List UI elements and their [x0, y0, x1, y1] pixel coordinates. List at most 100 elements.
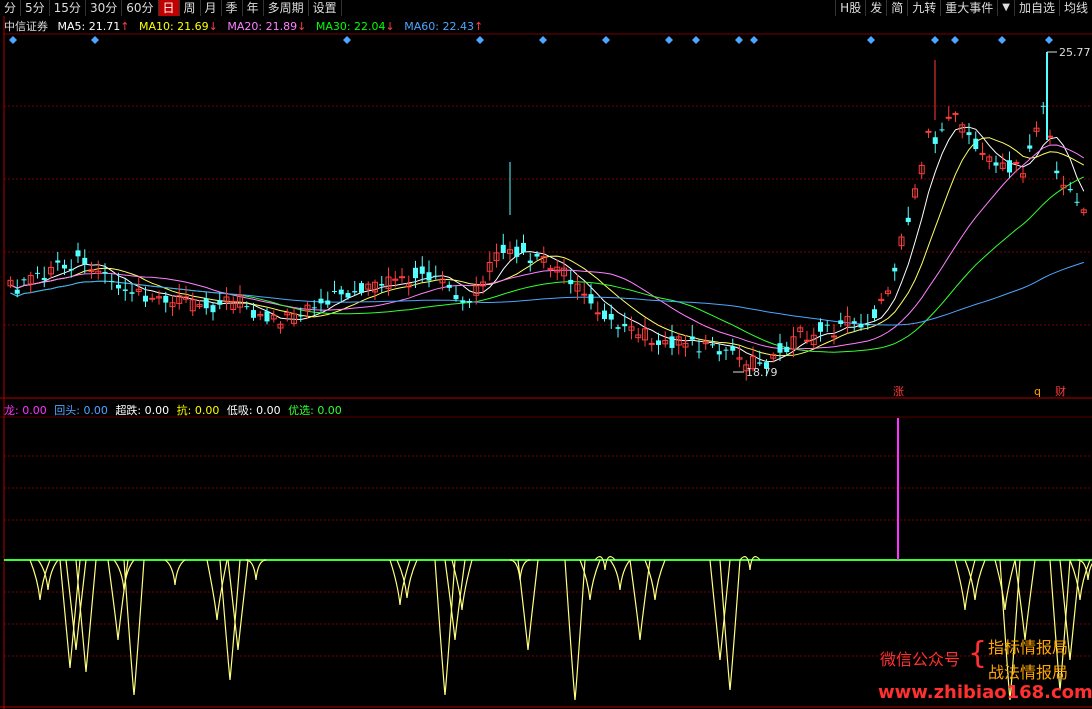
candle [547, 264, 554, 278]
issue-button[interactable]: 发 [865, 0, 886, 16]
avg-line-button[interactable]: 均线 [1058, 0, 1092, 16]
indicator-bar [994, 559, 1016, 611]
candle [129, 284, 135, 302]
candle-body [223, 296, 230, 303]
candle [14, 279, 20, 298]
candle-body [291, 313, 297, 324]
candle [804, 330, 810, 345]
period-tab-year[interactable]: 年 [243, 0, 264, 16]
candle [622, 312, 628, 333]
period-tab-5min[interactable]: 5分 [21, 0, 50, 16]
candle [264, 308, 270, 325]
candle [534, 251, 540, 260]
nine-turn-button[interactable]: 九转 [907, 0, 940, 16]
indicator-bar [29, 559, 51, 601]
h-share-button[interactable]: H股 [835, 0, 865, 16]
period-tab-month[interactable]: 月 [201, 0, 222, 16]
candle [939, 122, 945, 133]
period-tab-60min[interactable]: 60分 [122, 0, 159, 16]
candle-body [777, 343, 783, 353]
candle [311, 300, 317, 316]
signal-diamonds [9, 36, 1053, 44]
indicator-bar [629, 559, 651, 641]
kang-value: 0.00 [194, 404, 220, 417]
candle [986, 154, 993, 170]
candle [736, 345, 743, 368]
chevron-down-icon[interactable]: ▼ [997, 0, 1014, 16]
period-tab-quarter[interactable]: 季 [222, 0, 243, 16]
candle-body [521, 242, 526, 253]
candle-body [514, 246, 520, 257]
major-events-button[interactable]: 重大事件 [940, 0, 997, 16]
candle-body [345, 292, 351, 298]
signal-diamond [867, 36, 875, 44]
candle-body [507, 249, 513, 254]
dixi-label: 低吸: [226, 404, 253, 417]
ma20-value: 21.89 [265, 20, 298, 33]
candle-body [702, 341, 709, 345]
candle-body [298, 315, 304, 317]
candle [878, 292, 885, 305]
indicator-bar [206, 559, 228, 621]
candle-body [1007, 160, 1012, 173]
period-tab-day[interactable]: 日 [158, 0, 180, 16]
candle [405, 275, 412, 296]
ma5-arrow: ↑ [120, 20, 130, 33]
indicator-bar [75, 559, 97, 673]
candle [116, 272, 121, 296]
candle-body [892, 267, 898, 272]
candle-body [75, 250, 81, 257]
brief-button[interactable]: 简 [886, 0, 907, 16]
candle-body [844, 316, 851, 326]
candle-body [318, 298, 324, 304]
candle-body [534, 253, 540, 257]
candle-body [675, 336, 682, 346]
candle [277, 321, 284, 334]
multi-period-button[interactable]: 多周期 [264, 0, 309, 16]
candle [905, 206, 911, 226]
settings-button[interactable]: 设置 [309, 0, 342, 16]
period-tab-tick[interactable]: 分 [0, 0, 22, 16]
candle-body [433, 275, 439, 277]
candle-body [332, 291, 337, 293]
candle-body [912, 188, 918, 198]
candle-body [723, 349, 729, 351]
candle-body [1047, 135, 1053, 138]
period-tab-week[interactable]: 周 [180, 0, 201, 16]
candle-body [311, 307, 317, 309]
candle-body [95, 270, 102, 275]
signal-diamond [91, 36, 99, 44]
candle [217, 292, 223, 310]
candle [669, 324, 675, 356]
ma10-label: MA10: [138, 20, 174, 33]
candle [223, 287, 230, 311]
kline-chart[interactable]: 25.77 18.79 涨 q 财 [0, 0, 1092, 709]
candle-body [615, 327, 621, 329]
candle [656, 332, 661, 355]
candle-body [1080, 209, 1087, 214]
candle [581, 282, 588, 305]
candle-body [109, 280, 115, 282]
candle-body [467, 301, 472, 303]
candle [540, 246, 547, 269]
period-tab-15min[interactable]: 15分 [50, 0, 86, 16]
add-watchlist-button[interactable]: 加自选 [1013, 0, 1059, 16]
candle [237, 285, 243, 314]
candle [966, 123, 972, 145]
candle [925, 128, 932, 139]
candle-body [804, 339, 810, 342]
candle [635, 327, 642, 343]
candle [75, 242, 81, 264]
candle [568, 270, 574, 294]
indicator-bar [739, 556, 761, 571]
candle-body [858, 323, 864, 328]
candle-body [480, 281, 486, 287]
candle-body [27, 275, 34, 285]
signal-diamond [998, 36, 1006, 44]
period-tab-30min[interactable]: 30分 [86, 0, 123, 16]
candle-body [784, 346, 790, 353]
candle [1020, 167, 1026, 183]
candle-body [622, 323, 628, 327]
candle [230, 296, 237, 314]
candle [1047, 129, 1053, 145]
